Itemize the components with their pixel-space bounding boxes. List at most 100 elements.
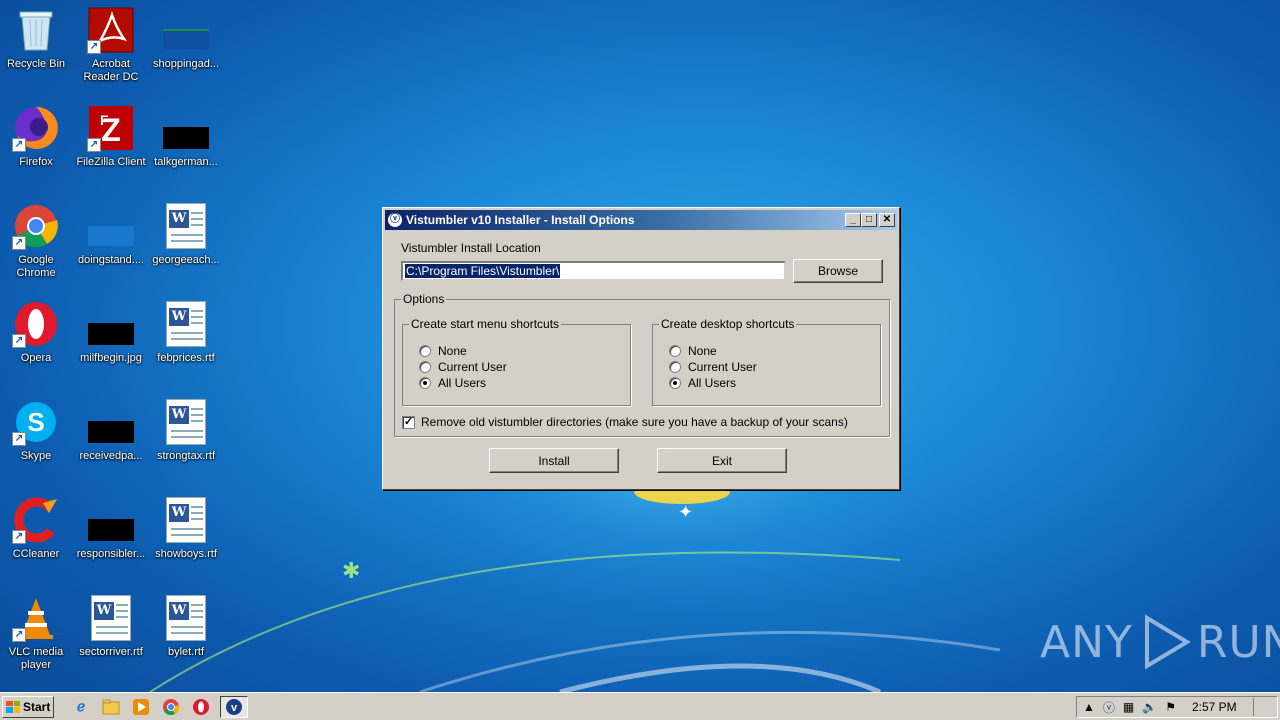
skype-icon: S ↗	[12, 398, 60, 446]
shortcut-arrow-icon: ↗	[12, 530, 26, 544]
browse-button[interactable]: Browse	[793, 259, 883, 283]
image-file-icon	[87, 398, 135, 446]
shortcut-arrow-icon: ↗	[12, 334, 26, 348]
ccleaner-icon: ↗	[12, 496, 60, 544]
desktop-icon-sectorriver[interactable]: W sectorriver.rtf	[73, 594, 149, 684]
desktop-icon-acrobat[interactable]: ↗ Acrobat Reader DC	[73, 6, 149, 96]
watermark-right-text: RUN	[1196, 616, 1280, 668]
chrome-taskbar-icon[interactable]	[160, 696, 182, 718]
word-doc-icon: W	[162, 202, 210, 250]
close-button[interactable]: ✕	[879, 213, 895, 227]
start-menu-radio-none[interactable]: None	[419, 343, 467, 359]
desktop-icon-strongtax[interactable]: W strongtax.rtf	[148, 398, 224, 488]
file-explorer-icon[interactable]	[100, 696, 122, 718]
vistumbler-app-icon: ⓥ	[388, 213, 402, 227]
start-menu-shortcuts-group: Create start menu shortcuts None Current…	[402, 317, 631, 406]
desktop-icon-doingstand[interactable]: doingstand....	[73, 202, 149, 292]
radio-button[interactable]	[419, 345, 431, 357]
system-tray: ▲ ⓥ ▦ 🔈 ⚑ 2:57 PM	[1076, 696, 1278, 718]
desktop-icon-febprices[interactable]: W febprices.rtf	[148, 300, 224, 390]
show-hidden-icons-icon[interactable]: ▲	[1083, 700, 1095, 714]
shortcut-arrow-icon: ↗	[12, 628, 26, 642]
opera-taskbar-icon[interactable]	[190, 696, 212, 718]
start-label: Start	[23, 699, 51, 714]
desktop-icon-label: milfbegin.jpg	[80, 352, 142, 364]
desktop-icon-label: showboys.rtf	[155, 548, 217, 560]
desktop-icon-talkgerman[interactable]: talkgerman...	[148, 104, 224, 194]
desktop-icon-label: responsibler...	[76, 548, 146, 560]
clock[interactable]: 2:57 PM	[1192, 700, 1237, 714]
radio-button[interactable]	[669, 361, 681, 373]
desktop-icon-label: strongtax.rtf	[156, 450, 216, 462]
taskbar-item-vistumbler-installer[interactable]: v	[220, 695, 248, 718]
remove-old-directories-checkbox-row[interactable]: ✓ Remove old vistumbler directories (mak…	[402, 414, 848, 430]
desktop-icon-shoppingad[interactable]: shoppingad...	[148, 6, 224, 96]
radio-label: Current User	[688, 360, 757, 374]
vistumbler-taskbar-icon: v	[226, 698, 242, 715]
watermark-left-text: ANY	[1040, 616, 1133, 668]
desktop-icon-recycle-bin[interactable]: Recycle Bin	[0, 6, 74, 96]
desktop-icon-label: Firefox	[19, 156, 53, 168]
internet-explorer-icon[interactable]: ℯ	[70, 696, 92, 718]
desktop-icon-label: doingstand....	[77, 254, 145, 266]
dialog-title: Vistumbler v10 Installer - Install Optio…	[406, 213, 635, 227]
install-button[interactable]: Install	[489, 448, 619, 473]
vlc-icon: ↗	[12, 594, 60, 642]
desktop-icon-label: Recycle Bin	[6, 58, 66, 70]
desktop-icon-label: Acrobat Reader DC	[83, 58, 139, 83]
desktop-icon-chrome[interactable]: ↗ Google Chrome	[0, 202, 74, 292]
word-doc-icon: W	[162, 496, 210, 544]
show-desktop-button[interactable]	[1252, 698, 1267, 716]
windows-flag-icon	[6, 700, 20, 713]
play-logo-icon	[1144, 614, 1191, 670]
shortcut-arrow-icon: ↗	[12, 138, 26, 152]
desktop-icon-receivedpa[interactable]: receivedpa...	[73, 398, 149, 488]
desktop-icon-ccleaner[interactable]: ↗ CCleaner	[0, 496, 74, 586]
network-icon[interactable]: ▦	[1123, 700, 1134, 714]
desktop-icon-opera[interactable]: ↗ Opera	[0, 300, 74, 390]
minimize-button[interactable]: _	[845, 213, 861, 227]
start-button[interactable]: Start	[2, 695, 54, 718]
exit-button[interactable]: Exit	[657, 448, 787, 473]
remove-old-directories-label: Remove old vistumbler directories (make …	[421, 415, 848, 429]
install-location-input[interactable]: C:\Program Files\Vistumbler\	[401, 261, 786, 281]
desktop-icon-bylet[interactable]: W bylet.rtf	[148, 594, 224, 684]
desktop-radio-none[interactable]: None	[669, 343, 717, 359]
desktop-radio-current-user[interactable]: Current User	[669, 359, 757, 375]
desktop-icon-milfbegin[interactable]: milfbegin.jpg	[73, 300, 149, 390]
desktop-icon-responsibler[interactable]: responsibler...	[73, 496, 149, 586]
radio-button[interactable]	[669, 345, 681, 357]
svg-text:✱: ✱	[342, 558, 360, 583]
options-group: Options Create start menu shortcuts None…	[394, 292, 890, 437]
remove-old-directories-checkbox[interactable]: ✓	[402, 415, 415, 429]
radio-button-selected[interactable]	[669, 377, 681, 389]
radio-button-selected[interactable]	[419, 377, 431, 389]
desktop-icon-label: sectorriver.rtf	[79, 646, 143, 658]
dialog-titlebar[interactable]: ⓥ Vistumbler v10 Installer - Install Opt…	[385, 210, 897, 230]
desktop-icon-label: bylet.rtf	[167, 646, 205, 658]
filezilla-icon: ZF ↗	[87, 104, 135, 152]
action-center-flag-icon[interactable]: ⚑	[1165, 700, 1176, 714]
start-menu-radio-current-user[interactable]: Current User	[419, 359, 507, 375]
start-menu-radio-all-users[interactable]: All Users	[419, 375, 486, 391]
desktop-icon-label: Skype	[20, 450, 52, 462]
vistumbler-tray-icon[interactable]: ⓥ	[1103, 699, 1115, 716]
desktop-icon-showboys[interactable]: W showboys.rtf	[148, 496, 224, 586]
volume-icon[interactable]: 🔈	[1142, 700, 1157, 714]
shortcut-arrow-icon: ↗	[12, 236, 26, 250]
image-file-icon	[87, 202, 135, 250]
desktop-shortcuts-group-title: Create desktop shortcuts	[659, 317, 797, 331]
desktop-icon-label: Google Chrome	[16, 254, 56, 279]
desktop-icon-firefox[interactable]: ↗ Firefox	[0, 104, 74, 194]
desktop-icon-skype[interactable]: S ↗ Skype	[0, 398, 74, 488]
taskbar: Start ℯ v ▲ ⓥ ▦ 🔈 ⚑ 2:57 PM	[0, 692, 1280, 720]
desktop-icon-vlc[interactable]: ↗ VLC media player	[0, 594, 74, 684]
desktop-icon-filezilla[interactable]: ZF ↗ FileZilla Client	[73, 104, 149, 194]
radio-label: Current User	[438, 360, 507, 374]
desktop-icon-georgeeach[interactable]: W georgeeach...	[148, 202, 224, 292]
media-player-icon[interactable]	[130, 696, 152, 718]
radio-button[interactable]	[419, 361, 431, 373]
desktop-radio-all-users[interactable]: All Users	[669, 375, 736, 391]
maximize-button[interactable]: □	[861, 213, 877, 227]
installer-dialog: ⓥ Vistumbler v10 Installer - Install Opt…	[382, 207, 900, 490]
